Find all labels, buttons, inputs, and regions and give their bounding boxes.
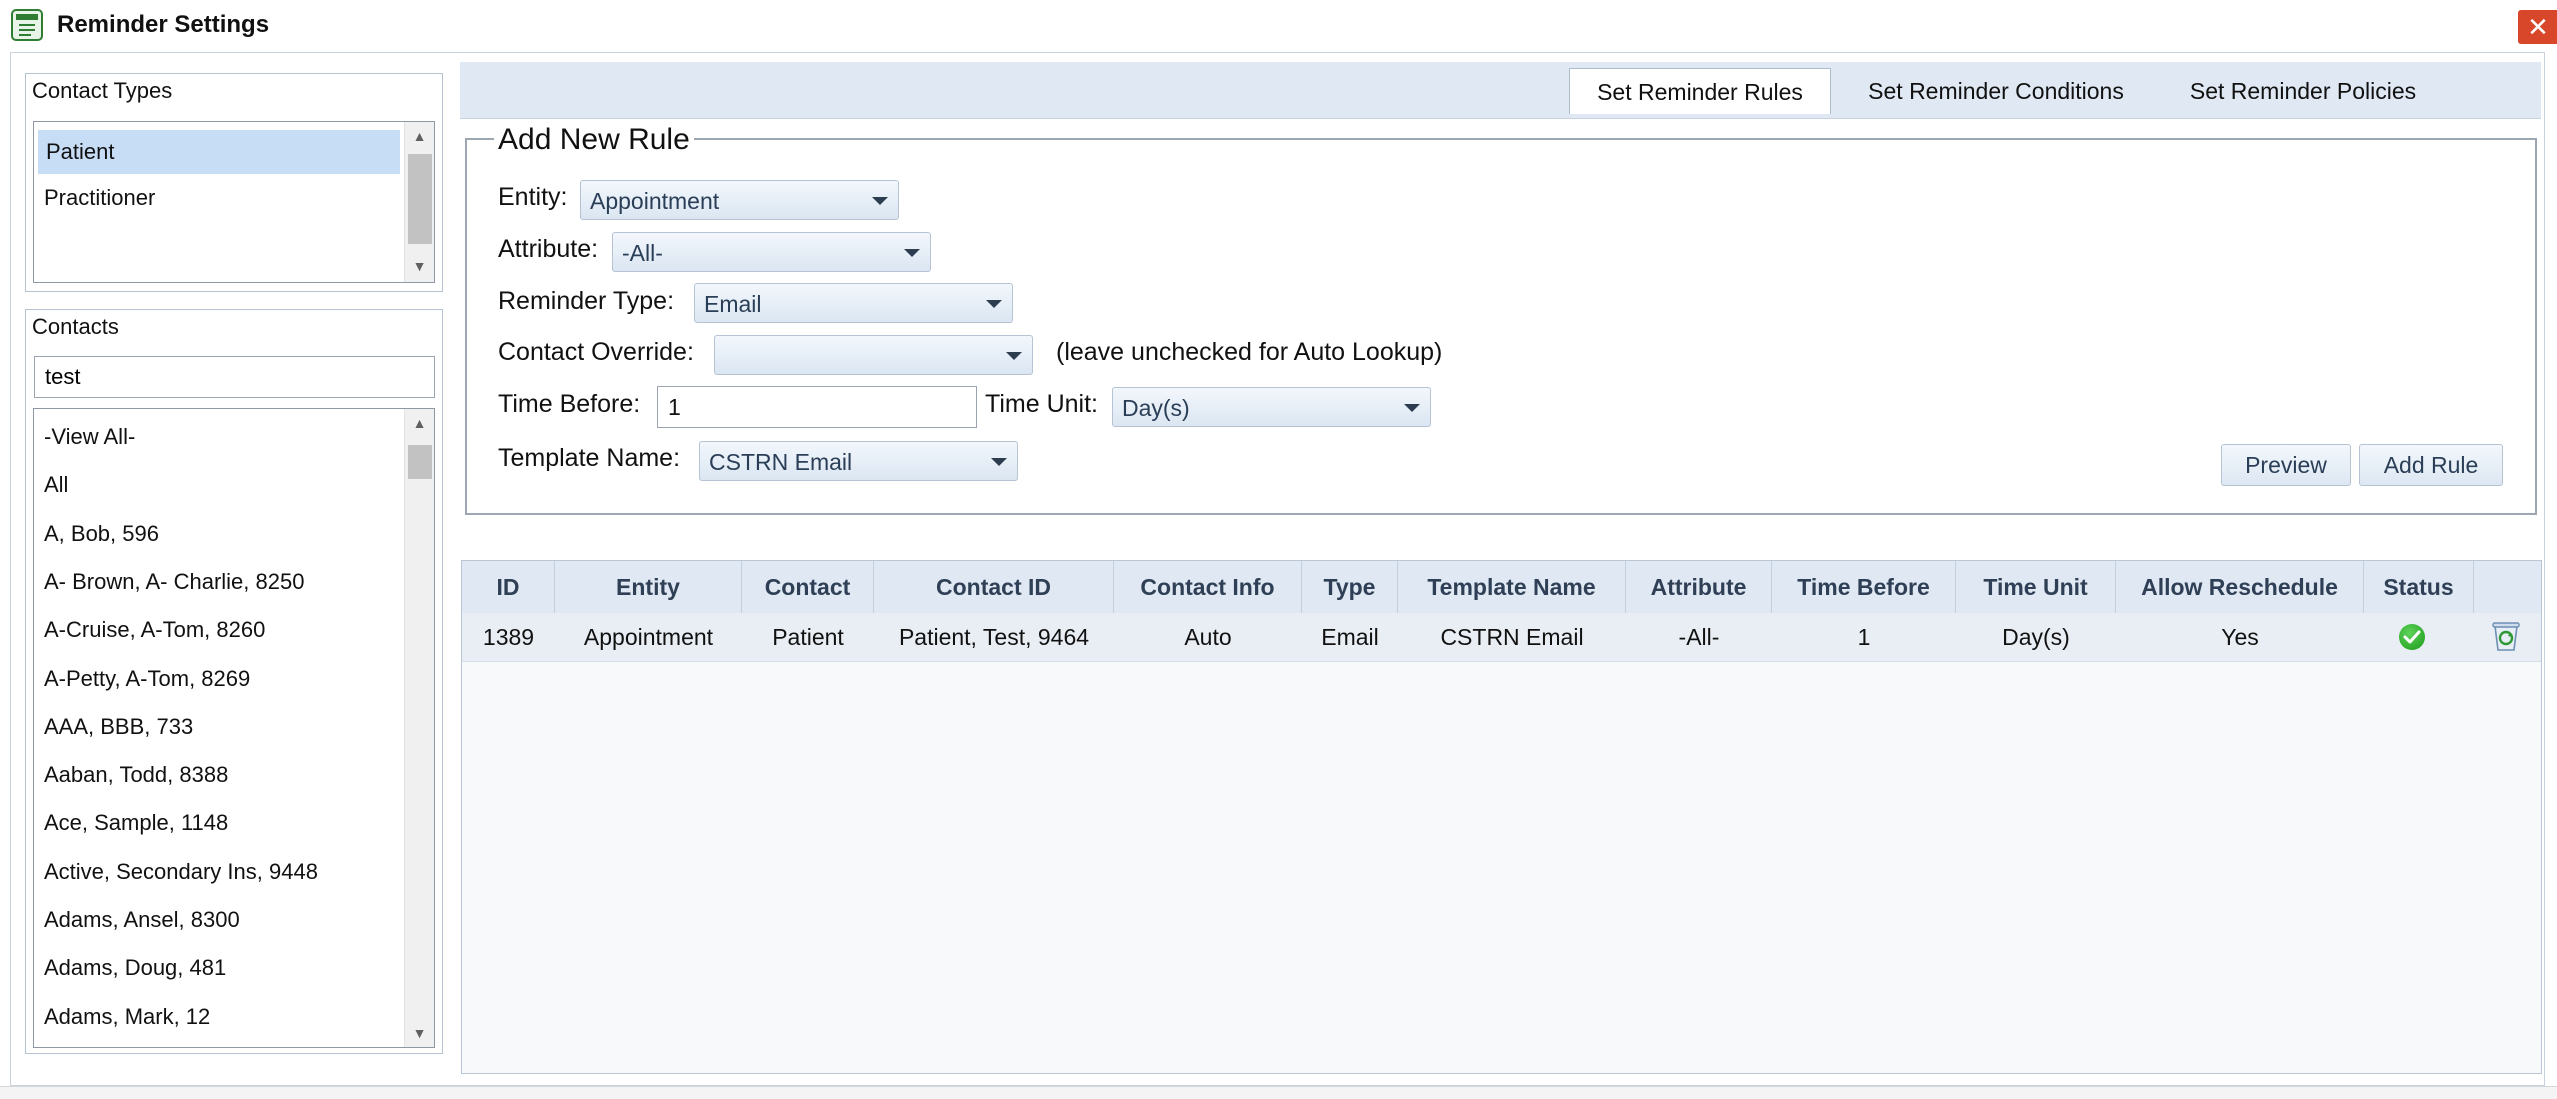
chevron-down-icon	[986, 300, 1002, 308]
scroll-thumb[interactable]	[408, 445, 432, 479]
cell-contact-id: Patient, Test, 9464	[898, 624, 1090, 650]
column-header-contact-id[interactable]: Contact ID	[874, 561, 1114, 613]
contact-override-label: Contact Override:	[498, 338, 694, 366]
scroll-down-arrow-icon[interactable]: ▼	[405, 1025, 434, 1041]
chevron-down-icon	[1404, 404, 1420, 412]
scroll-down-arrow-icon[interactable]: ▼	[405, 258, 434, 274]
tab-set-reminder-conditions[interactable]: Set Reminder Conditions	[1843, 68, 2149, 114]
contact-override-dropdown[interactable]	[714, 335, 1033, 375]
list-item[interactable]: A, Bob, 596	[44, 514, 159, 554]
column-header-attribute[interactable]: Attribute	[1626, 561, 1772, 613]
window-bottom-edge	[0, 1086, 2557, 1099]
time-before-input[interactable]: 1	[657, 386, 977, 428]
cell-id: 1389	[482, 624, 535, 650]
table-row[interactable]: 1389 Appointment Patient Patient, Test, …	[462, 613, 2541, 662]
contacts-scrollbar[interactable]: ▲ ▼	[404, 409, 434, 1047]
time-before-label: Time Before:	[498, 390, 641, 418]
reminder-type-dropdown[interactable]: Email	[694, 283, 1013, 323]
contact-override-hint: (leave unchecked for Auto Lookup)	[1056, 338, 1443, 366]
contacts-search-input[interactable]	[34, 356, 435, 398]
rules-grid-header: ID Entity Contact Contact ID Contact Inf…	[462, 561, 2541, 614]
time-unit-value: Day(s)	[1122, 395, 1190, 421]
window-title: Reminder Settings	[57, 11, 270, 38]
contacts-title: Contacts	[32, 314, 119, 339]
time-unit-dropdown[interactable]: Day(s)	[1112, 387, 1431, 427]
contact-type-item-practitioner[interactable]: Practitioner	[44, 176, 155, 220]
attribute-label: Attribute:	[498, 235, 599, 263]
contact-type-item-patient[interactable]: Patient	[38, 130, 400, 174]
cell-entity: Appointment	[583, 624, 714, 650]
add-rule-button[interactable]: Add Rule	[2359, 444, 2503, 486]
column-header-actions	[2474, 561, 2541, 613]
entity-dropdown[interactable]: Appointment	[580, 180, 899, 220]
chevron-down-icon	[872, 197, 888, 205]
cell-allow-reschedule: Yes	[2221, 624, 2259, 650]
contact-types-title: Contact Types	[32, 78, 173, 103]
time-unit-label: Time Unit:	[985, 390, 1098, 418]
add-new-rule-legend: Add New Rule	[494, 123, 694, 157]
title-bar: Reminder Settings ✕	[0, 0, 2557, 52]
column-header-time-unit[interactable]: Time Unit	[1956, 561, 2116, 613]
chevron-down-icon	[991, 458, 1007, 466]
scroll-up-arrow-icon[interactable]: ▲	[405, 128, 434, 144]
list-item[interactable]: Adams, Doug, 481	[44, 948, 226, 988]
tab-strip: Set Reminder Rules Set Reminder Conditio…	[460, 62, 2541, 119]
list-item[interactable]: A- Brown, A- Charlie, 8250	[44, 562, 304, 602]
contact-types-list[interactable]: Patient Practitioner ▲ ▼	[33, 121, 435, 283]
column-header-contact-info[interactable]: Contact Info	[1114, 561, 1302, 613]
column-header-status[interactable]: Status	[2364, 561, 2474, 613]
cell-attribute: -All-	[1678, 624, 1720, 650]
template-name-value: CSTRN Email	[709, 449, 853, 475]
list-item[interactable]: Ace, Sample, 1148	[44, 803, 228, 843]
reminder-type-label: Reminder Type:	[498, 287, 675, 315]
column-header-id[interactable]: ID	[462, 561, 555, 613]
list-item[interactable]: All	[44, 465, 68, 505]
reminder-type-value: Email	[704, 291, 762, 317]
list-item[interactable]: AAA, BBB, 733	[44, 707, 193, 747]
contact-types-panel: Contact Types Patient Practitioner ▲ ▼	[25, 73, 443, 292]
chevron-down-icon	[904, 249, 920, 257]
template-name-label: Template Name:	[498, 444, 681, 472]
column-header-template-name[interactable]: Template Name	[1398, 561, 1626, 613]
preview-button[interactable]: Preview	[2221, 444, 2351, 486]
list-item[interactable]: Aaban, Todd, 8388	[44, 755, 228, 795]
close-button[interactable]: ✕	[2518, 10, 2557, 44]
scroll-up-arrow-icon[interactable]: ▲	[405, 415, 434, 431]
attribute-dropdown[interactable]: -All-	[612, 232, 931, 272]
list-item[interactable]: Adams, Ansel, 8300	[44, 900, 240, 940]
column-header-entity[interactable]: Entity	[555, 561, 742, 613]
scroll-thumb[interactable]	[408, 154, 432, 244]
tab-set-reminder-rules[interactable]: Set Reminder Rules	[1569, 68, 1831, 114]
cell-template-name: CSTRN Email	[1440, 624, 1584, 650]
list-item[interactable]: A-Cruise, A-Tom, 8260	[44, 610, 265, 650]
cell-time-before: 1	[1857, 624, 1871, 650]
contact-types-scrollbar[interactable]: ▲ ▼	[404, 122, 434, 282]
cell-contact-info: Auto	[1184, 624, 1232, 650]
list-item[interactable]: A-Petty, A-Tom, 8269	[44, 659, 250, 699]
entity-value: Appointment	[590, 188, 720, 214]
recycle-bin-icon[interactable]	[2491, 620, 2521, 652]
entity-label: Entity:	[498, 183, 568, 211]
tab-set-reminder-policies[interactable]: Set Reminder Policies	[2165, 68, 2441, 114]
cell-time-unit: Day(s)	[2002, 624, 2070, 650]
attribute-value: -All-	[622, 240, 663, 266]
cell-type: Email	[1321, 624, 1379, 650]
column-header-type[interactable]: Type	[1302, 561, 1398, 613]
contacts-list[interactable]: -View All- All A, Bob, 596 A- Brown, A- Cha…	[33, 408, 435, 1048]
reminder-settings-app-icon	[11, 9, 43, 41]
column-header-allow-reschedule[interactable]: Allow Reschedule	[2116, 561, 2364, 613]
list-item[interactable]: Active, Secondary Ins, 9448	[44, 852, 318, 892]
chevron-down-icon	[1006, 352, 1022, 360]
contacts-panel: Contacts -View All- All A, Bob, 596 A- Brow…	[25, 309, 443, 1054]
column-header-contact[interactable]: Contact	[742, 561, 874, 613]
list-item[interactable]: Adams, Mark, 12	[44, 997, 210, 1037]
list-item[interactable]: -View All-	[44, 417, 135, 457]
check-circle-icon	[2399, 624, 2425, 650]
cell-contact: Patient	[772, 624, 844, 650]
rules-grid: ID Entity Contact Contact ID Contact Inf…	[461, 560, 2542, 1074]
template-name-dropdown[interactable]: CSTRN Email	[699, 441, 1018, 481]
column-header-time-before[interactable]: Time Before	[1772, 561, 1956, 613]
